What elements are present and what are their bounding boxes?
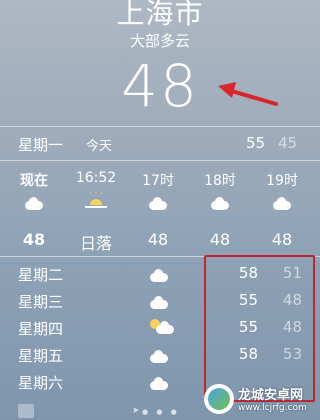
- city-name: 上海市: [116, 0, 204, 30]
- rain-icon: [150, 376, 168, 394]
- hourly-value: 日落: [79, 234, 112, 253]
- daily-day: 星期二: [18, 266, 64, 284]
- current-temperature: 48: [121, 52, 199, 120]
- page-indicator[interactable]: ● ● ●: [142, 408, 180, 416]
- watermark-url: www.lcjrfg.com: [238, 403, 307, 413]
- today-day-label: 星期一: [18, 136, 64, 154]
- today-low: 45: [278, 134, 298, 152]
- hourly-time: 现在: [20, 173, 48, 189]
- hourly-time: 17时: [142, 173, 174, 189]
- cloud-icon: [252, 197, 312, 214]
- cloud-icon: [150, 268, 168, 286]
- hourly-value: 48: [209, 230, 231, 249]
- daily-day: 星期三: [18, 293, 64, 311]
- sunset-icon: · ⋅ ·: [66, 190, 126, 214]
- site-watermark: 龙城安卓网 www.lcjrfg.com: [200, 382, 320, 420]
- watermark-title: 龙城安卓网: [238, 388, 304, 403]
- partly-sunny-icon: [150, 319, 174, 337]
- cloud-icon: [190, 197, 250, 214]
- daily-day: 星期六: [18, 374, 64, 392]
- today-summary-row: 星期一 今天 55 45: [0, 134, 320, 154]
- highlight-box: [204, 255, 315, 402]
- cloud-icon: [4, 197, 64, 214]
- annotation-arrow-icon: [218, 82, 278, 106]
- cloud-icon: [150, 349, 168, 367]
- daily-day: 星期五: [18, 347, 64, 365]
- cloud-icon: [128, 197, 188, 214]
- location-arrow-icon: ➤: [132, 406, 140, 416]
- hourly-time: 18时: [204, 173, 236, 189]
- weather-channel-logo[interactable]: [18, 404, 34, 418]
- watermark-logo-icon: [204, 384, 234, 414]
- hourly-time: 19时: [266, 173, 298, 189]
- today-tag: 今天: [86, 139, 113, 154]
- hourly-value: 48: [22, 230, 46, 249]
- hourly-time: 16:52: [75, 170, 117, 186]
- divider-top: [0, 126, 320, 127]
- hourly-value: 48: [271, 230, 293, 249]
- today-high: 55: [246, 134, 266, 152]
- hourly-value: 48: [147, 230, 169, 249]
- daily-day: 星期四: [18, 320, 64, 338]
- divider-hourly-top: [0, 160, 320, 161]
- weather-condition: 大部多云: [129, 32, 190, 50]
- cloud-icon: [150, 295, 168, 313]
